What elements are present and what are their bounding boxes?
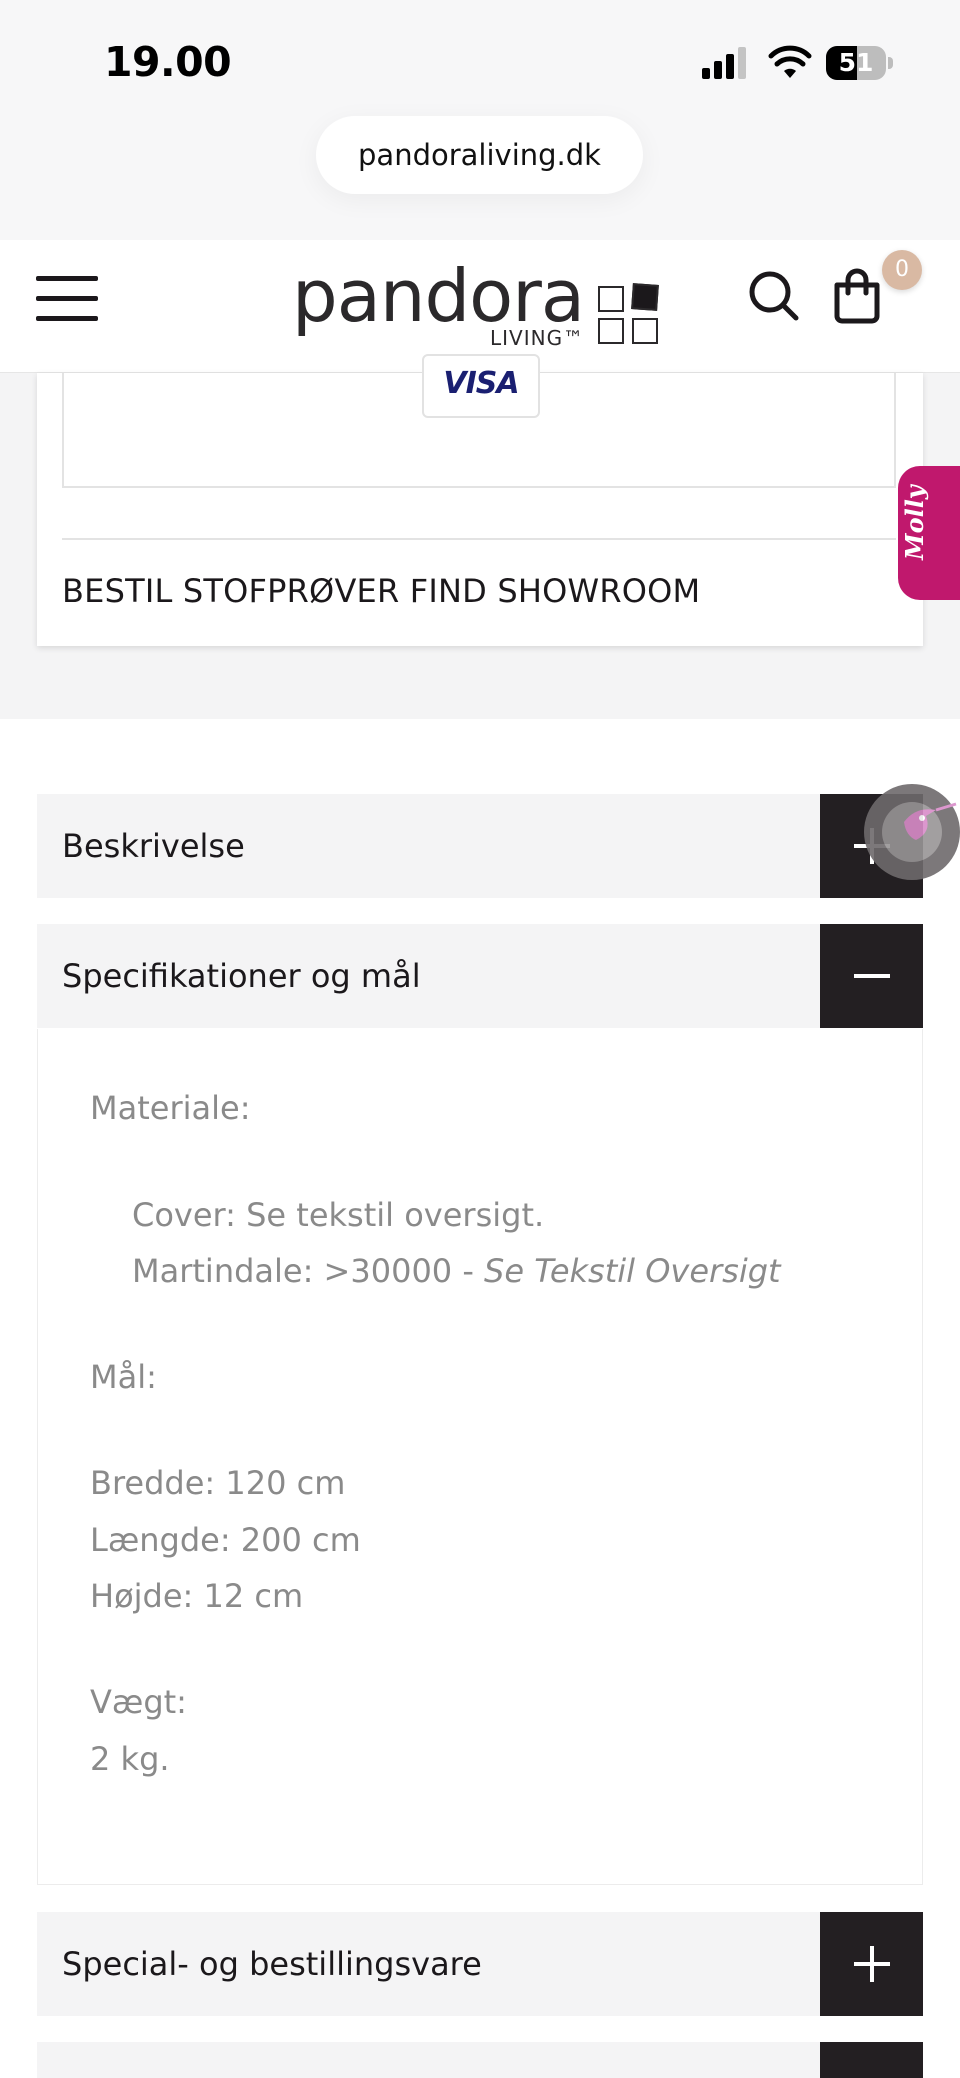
width-spec: Bredde: 120 cm [90,1464,346,1502]
textile-overview-link[interactable]: Se Tekstil Oversigt [484,1252,781,1290]
accordion-title: Beskrivelse [62,827,245,865]
bird-icon [882,802,957,862]
accordion-description[interactable]: Beskrivelse [37,794,923,898]
collapse-minus-icon[interactable] [820,924,923,1028]
material-label: Materiale: [90,1089,251,1127]
specifications-panel: Materiale: Cover: Se tekstil oversigt. M… [37,1029,923,1885]
weight-spec: 2 kg. [90,1740,170,1778]
height-spec: Højde: 12 cm [90,1577,304,1615]
logo-subtitle: LIVING™ [490,326,585,350]
accordion-title: Special- og bestillingsvare [62,1945,482,1983]
cart-count-badge[interactable]: 0 [882,250,922,290]
chat-bubble-button[interactable] [864,784,960,880]
cart-icon[interactable] [832,268,882,324]
molly-label: Molly [900,485,929,560]
cover-spec: Cover: Se tekstil oversigt. [132,1196,545,1234]
expand-plus-icon[interactable] [820,1912,923,2016]
menu-icon[interactable] [36,276,100,322]
expand-toggle[interactable] [820,2042,923,2078]
accordion-next[interactable] [37,2042,923,2078]
dimensions-label: Mål: [90,1358,157,1396]
accordion-specifications[interactable]: Specifikationer og mål [37,924,923,1028]
search-icon[interactable] [748,270,800,322]
martindale-spec: Martindale: >30000 - Se Tekstil Oversigt [132,1252,781,1290]
length-spec: Længde: 200 cm [90,1521,361,1559]
battery-icon: 51 [826,46,894,80]
status-time: 19.00 [104,38,232,86]
cellular-signal-icon [702,47,746,79]
accordion-special-order[interactable]: Special- og bestillingsvare [37,1912,923,2016]
visa-logo: VISA [422,354,540,418]
wifi-icon [768,45,812,78]
divider [62,538,896,540]
martindale-text: Martindale: >30000 - [132,1252,485,1290]
site-logo[interactable]: pandora LIVING™ [292,254,672,350]
weight-label: Vægt: [90,1683,187,1721]
url-field[interactable]: pandoraliving.dk [316,116,643,194]
accordion-title: Specifikationer og mål [62,957,421,995]
molly-chat-tab[interactable]: Molly [898,466,960,600]
sample-showroom-links[interactable]: BESTIL STOFPRØVER FIND SHOWROOM [62,572,700,610]
battery-level: 51 [838,48,874,77]
